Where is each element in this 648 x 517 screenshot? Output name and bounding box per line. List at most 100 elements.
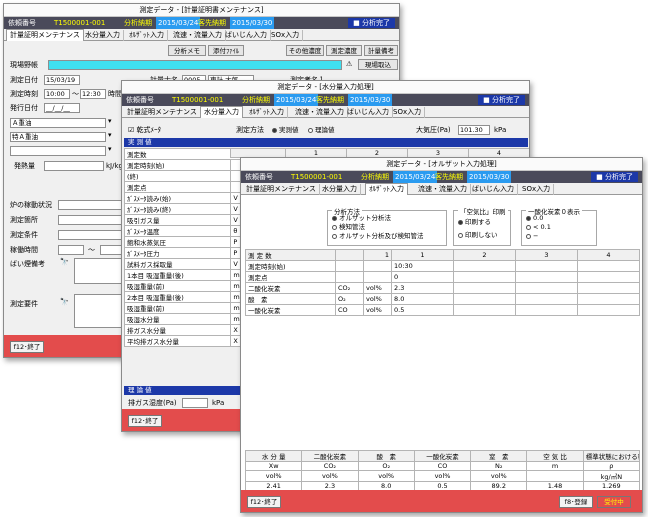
split-label: 分析納期 — [124, 19, 152, 27]
empty-cell — [335, 417, 364, 426]
row-value-cell[interactable] — [453, 304, 516, 316]
fuel-select-3[interactable] — [10, 146, 106, 156]
empty-cell — [363, 332, 392, 341]
attachment-button[interactable]: 添付ﾌｧｲﾙ — [208, 45, 244, 56]
co-less-radio[interactable]: < 0.1 — [526, 223, 551, 232]
analysis-done-checkbox[interactable]: ■ 分析完了 — [478, 95, 525, 105]
row-value-cell[interactable] — [453, 271, 516, 283]
chevron-down-icon: ▾ — [108, 117, 112, 125]
tab-orsat[interactable]: ｵﾙｻﾞｯﾄ入力 — [246, 107, 288, 118]
row-unit — [363, 260, 392, 272]
pressure-input[interactable]: 101.30 — [458, 125, 490, 135]
exhaust-input[interactable] — [182, 398, 208, 408]
requirement-input[interactable] — [74, 294, 122, 328]
measure-date-input[interactable]: 15/03/19 — [44, 75, 80, 85]
tab-flow[interactable]: 流速・流量入力 — [415, 184, 471, 195]
fuel-select-1[interactable]: Ａ重油 — [10, 118, 106, 128]
method-orsat-radio[interactable]: オルザット分析法 — [332, 214, 391, 223]
analysis-done-checkbox[interactable]: ■ 分析完了 — [348, 18, 395, 28]
empty-cell — [453, 409, 516, 418]
time-from-input[interactable]: 10:00 — [44, 89, 70, 99]
measured-concentration-button[interactable]: 測定濃度 — [326, 45, 362, 56]
tab-certificate[interactable]: 計量証明メンテナンス — [124, 107, 201, 118]
empty-row — [245, 400, 640, 409]
window-title: 測定データ - [水分量入力処理] — [122, 81, 529, 94]
tab-sox[interactable]: SOx入力 — [268, 30, 304, 41]
row-value-cell[interactable] — [577, 260, 640, 272]
co-dash-radio[interactable]: − — [526, 232, 538, 241]
end-button[interactable]: f12･終了 — [247, 496, 281, 508]
operating-to-input[interactable] — [100, 245, 122, 255]
method-actual-radio[interactable]: 実測値 — [272, 126, 299, 135]
row-value-cell[interactable] — [453, 260, 516, 272]
operating-from-input[interactable] — [58, 245, 84, 255]
row-value-cell[interactable] — [515, 293, 578, 305]
tab-moisture[interactable]: 水分量入力 — [319, 184, 361, 195]
weighing-note-button[interactable]: 計量備考 — [364, 45, 398, 56]
row-value-cell[interactable] — [577, 293, 640, 305]
site-field-input[interactable] — [48, 60, 342, 70]
row-label: 吸湿重量(前) — [123, 280, 232, 292]
co-zero-radio[interactable]: 0.0 — [526, 214, 543, 223]
place-input[interactable] — [58, 215, 122, 225]
row-value-cell[interactable] — [577, 271, 640, 283]
tab-dust[interactable]: ばいじん入力 — [222, 30, 271, 41]
tab-dust[interactable]: ばいじん入力 — [469, 184, 518, 195]
accepting-status-button[interactable]: 受付中 — [597, 496, 631, 508]
empty-cell — [363, 324, 392, 333]
tab-dust[interactable]: ばいじん入力 — [344, 107, 393, 118]
empty-row — [245, 409, 640, 418]
tab-certificate[interactable]: 計量証明メンテナンス — [6, 29, 84, 41]
tab-flow[interactable]: 流速・流量入力 — [292, 107, 348, 118]
row-value-1[interactable]: 8.0 — [391, 293, 454, 305]
other-concentration-button[interactable]: その他濃度 — [286, 45, 324, 56]
row-value-cell[interactable] — [515, 260, 578, 272]
method-theory-radio[interactable]: 理論値 — [308, 126, 335, 135]
tab-flow[interactable]: 流速・流量入力 — [170, 30, 226, 41]
tab-sox[interactable]: SOx入力 — [519, 184, 555, 195]
binoculars-icon[interactable]: 🔭 — [60, 298, 69, 306]
row-value-cell[interactable] — [515, 282, 578, 294]
empty-cell — [515, 409, 578, 418]
furnace-input[interactable] — [58, 200, 122, 210]
row-value-cell[interactable] — [515, 271, 578, 283]
analysis-done-checkbox[interactable]: ■ 分析完了 — [591, 172, 638, 182]
row-value-1[interactable]: 10:30 — [391, 260, 454, 272]
tab-certificate[interactable]: 計量証明メンテナンス — [243, 184, 320, 195]
condition-input[interactable] — [58, 230, 122, 240]
row-value-1[interactable]: 0.5 — [391, 304, 454, 316]
request-label: 依頼番号 — [8, 19, 36, 27]
method-both-radio[interactable]: オルザット分析及び検知管法 — [332, 232, 424, 241]
row-value-cell[interactable] — [577, 282, 640, 294]
method-detector-radio[interactable]: 検知管法 — [332, 223, 365, 232]
measure-date-label: 測定日付 — [10, 76, 38, 84]
heat-input[interactable] — [44, 161, 104, 171]
dry-meter-checkbox[interactable]: ☑ 乾式ﾒｰﾀ — [128, 125, 161, 135]
tab-orsat[interactable]: ｵﾙｻﾞｯﾄ入力 — [126, 30, 168, 41]
issue-date-input[interactable]: __/__/__ — [44, 103, 80, 113]
site-import-button[interactable]: 現場取込 — [358, 59, 398, 70]
end-button[interactable]: f12･終了 — [10, 341, 44, 353]
empty-cell — [335, 349, 364, 358]
tab-sox[interactable]: SOx入力 — [390, 107, 426, 118]
row-value-1[interactable]: 2.3 — [391, 282, 454, 294]
tab-moisture[interactable]: 水分量入力 — [82, 30, 124, 41]
analysis-memo-button[interactable]: 分析メモ — [168, 45, 206, 56]
smoke-note-input[interactable] — [74, 258, 122, 284]
empty-cell — [391, 324, 454, 333]
register-button[interactable]: f8･登録 — [559, 496, 593, 508]
time-to-input[interactable]: 12:30 — [80, 89, 106, 99]
row-value-1[interactable]: 0 — [391, 271, 454, 283]
row-value-cell[interactable] — [515, 304, 578, 316]
row-value-cell[interactable] — [577, 304, 640, 316]
row-value-cell[interactable] — [453, 282, 516, 294]
print-no-radio[interactable]: 印刷しない — [458, 231, 498, 240]
tab-orsat[interactable]: ｵﾙｻﾞｯﾄ入力 — [365, 183, 408, 195]
tab-moisture[interactable]: 水分量入力 — [200, 106, 243, 118]
print-yes-radio[interactable]: 印刷する — [458, 218, 491, 227]
row-value-cell[interactable] — [453, 293, 516, 305]
binoculars-icon[interactable]: 🔭 — [60, 258, 69, 266]
empty-cell — [577, 358, 640, 367]
fuel-select-2[interactable]: 特Ａ重油 — [10, 132, 106, 142]
end-button[interactable]: f12･終了 — [128, 415, 162, 427]
